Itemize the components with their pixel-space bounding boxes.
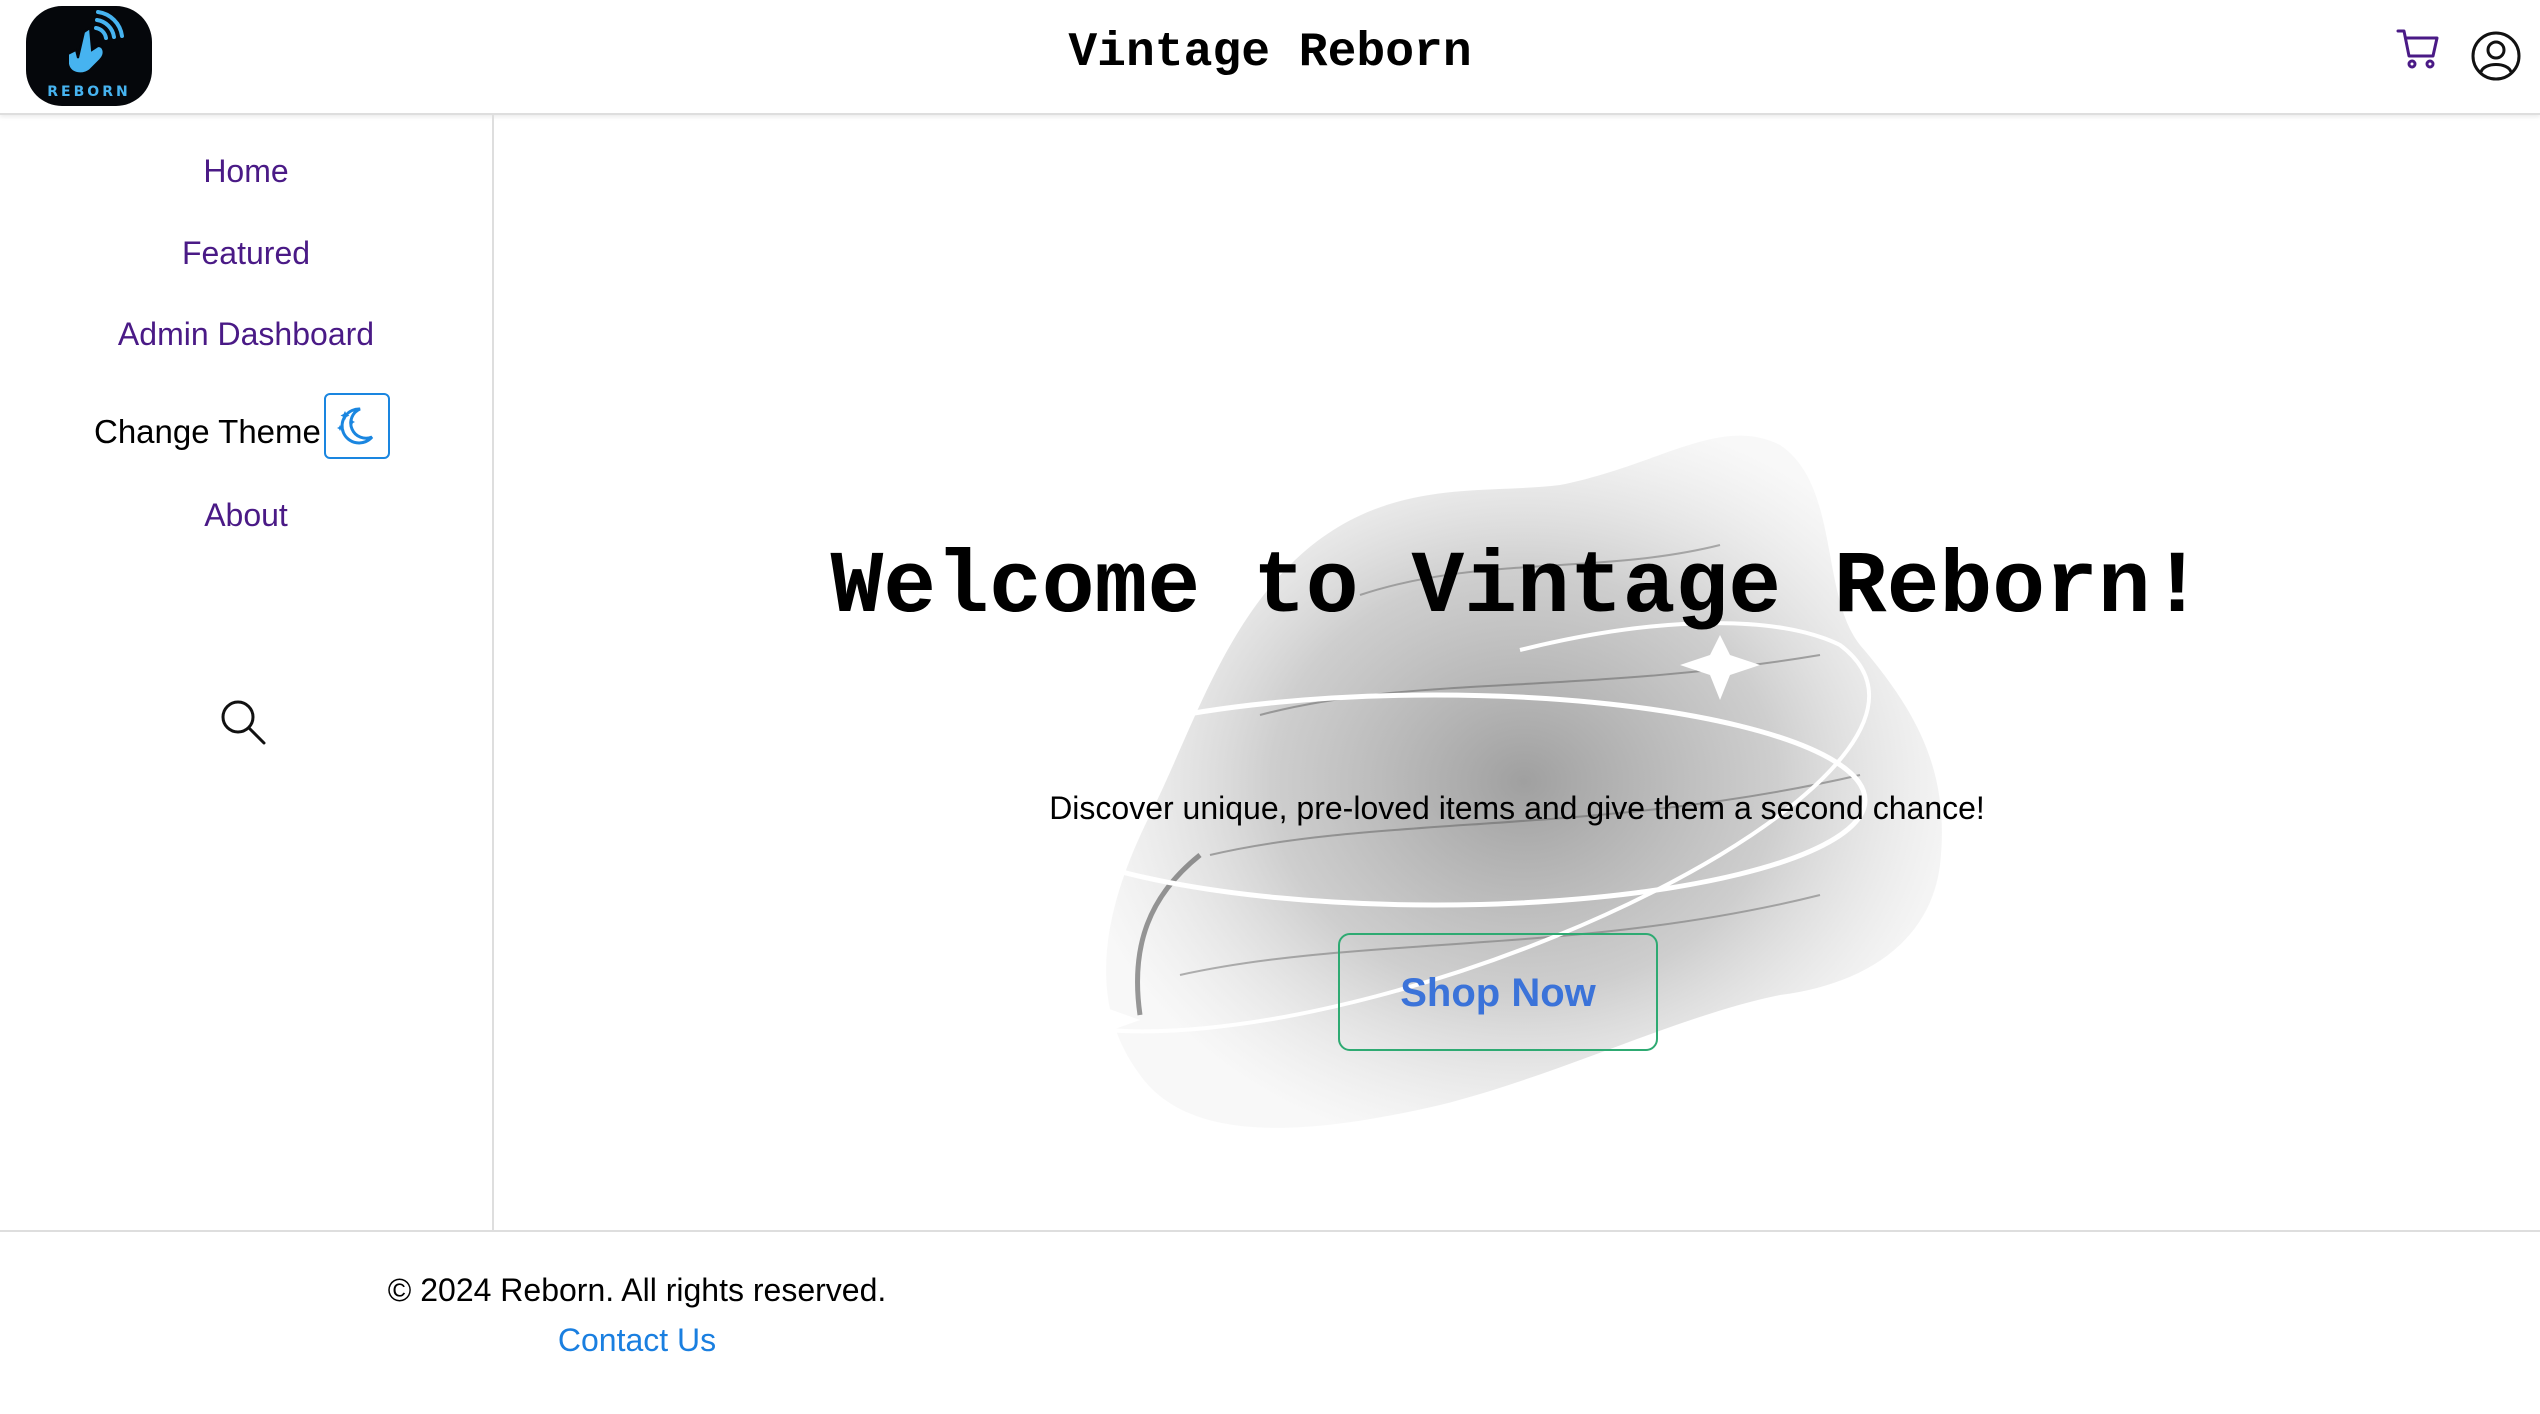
moon-stars-icon bbox=[337, 407, 374, 445]
sidebar-nav: Home Featured Admin Dashboard Change The… bbox=[0, 115, 494, 1230]
hero-title: Welcome to Vintage Reborn! bbox=[830, 539, 2204, 638]
hero-background-image bbox=[1002, 435, 1942, 1128]
logo-text: REBORN bbox=[47, 84, 131, 100]
signal-hand-icon bbox=[67, 10, 124, 75]
reborn-logo[interactable]: REBORN bbox=[26, 6, 152, 106]
sidebar-item-home[interactable]: Home bbox=[0, 153, 492, 190]
top-header: REBORN Vintage Reborn bbox=[0, 0, 2540, 115]
change-theme-label: Change Theme bbox=[94, 413, 321, 450]
shopping-cart-icon[interactable] bbox=[2395, 26, 2441, 72]
sidebar-item-admin-dashboard[interactable]: Admin Dashboard bbox=[0, 316, 492, 353]
shop-now-button[interactable]: Shop Now bbox=[1338, 933, 1658, 1051]
change-theme-row: Change Theme bbox=[0, 395, 492, 465]
copyright-text: © 2024 Reborn. All rights reserved. bbox=[387, 1272, 887, 1308]
sidebar-item-featured[interactable]: Featured bbox=[0, 235, 492, 272]
user-circle-icon[interactable] bbox=[2470, 30, 2522, 82]
change-theme-button[interactable] bbox=[324, 393, 390, 459]
sidebar-item-about[interactable]: About bbox=[0, 497, 492, 534]
search-icon[interactable] bbox=[218, 697, 268, 747]
site-title: Vintage Reborn bbox=[1068, 26, 1472, 80]
site-footer: © 2024 Reborn. All rights reserved. Cont… bbox=[0, 1230, 2540, 1414]
contact-us-link[interactable]: Contact Us bbox=[0, 1322, 1274, 1359]
main-content: Welcome to Vintage Reborn! Discover uniq… bbox=[494, 115, 2540, 1230]
hero-subtitle: Discover unique, pre-loved items and giv… bbox=[1049, 790, 1985, 826]
